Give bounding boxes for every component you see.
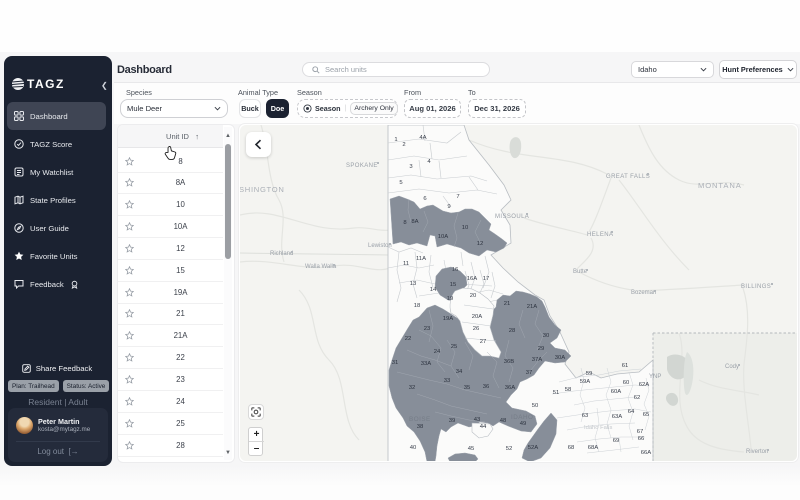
- svg-text:26: 26: [473, 326, 480, 332]
- svg-text:BILLINGS: BILLINGS: [741, 284, 771, 290]
- svg-text:9: 9: [447, 204, 450, 210]
- svg-text:19A: 19A: [443, 316, 454, 322]
- svg-text:68A: 68A: [588, 445, 599, 451]
- svg-text:63A: 63A: [612, 414, 623, 420]
- svg-text:IDAHO: IDAHO: [511, 414, 533, 421]
- svg-text:Richland: Richland: [270, 251, 293, 257]
- svg-text:MISSOULA: MISSOULA: [495, 214, 529, 220]
- svg-text:BOISE: BOISE: [409, 416, 431, 423]
- svg-text:14: 14: [430, 287, 437, 293]
- svg-text:8A: 8A: [411, 219, 418, 225]
- svg-text:16A: 16A: [467, 276, 478, 282]
- svg-text:10: 10: [462, 225, 469, 231]
- svg-text:39: 39: [449, 418, 456, 424]
- svg-text:28: 28: [509, 328, 516, 334]
- svg-text:27: 27: [480, 339, 487, 345]
- svg-text:29: 29: [538, 346, 545, 352]
- svg-text:25: 25: [451, 344, 458, 350]
- svg-text:63: 63: [582, 413, 589, 419]
- svg-text:31: 31: [392, 360, 399, 366]
- svg-text:40: 40: [410, 445, 417, 451]
- svg-text:2: 2: [402, 142, 405, 148]
- svg-text:SPOKANE: SPOKANE: [346, 163, 378, 169]
- svg-text:65: 65: [643, 412, 650, 418]
- svg-text:58: 58: [565, 387, 572, 393]
- svg-text:62A: 62A: [639, 382, 650, 388]
- svg-text:32: 32: [409, 385, 416, 391]
- svg-text:43: 43: [474, 417, 481, 423]
- svg-text:4A: 4A: [419, 135, 426, 141]
- svg-text:37: 37: [526, 370, 533, 376]
- svg-text:SHINGTON: SHINGTON: [240, 185, 285, 194]
- svg-text:60A: 60A: [611, 389, 622, 395]
- svg-text:18: 18: [414, 303, 421, 309]
- svg-text:60: 60: [623, 380, 630, 386]
- svg-text:19: 19: [447, 296, 454, 302]
- svg-text:45: 45: [468, 446, 475, 452]
- svg-text:10A: 10A: [438, 234, 449, 240]
- svg-text:Riverton: Riverton: [746, 449, 768, 455]
- svg-text:21: 21: [504, 301, 511, 307]
- svg-text:36B: 36B: [504, 359, 515, 365]
- svg-text:37A: 37A: [532, 357, 543, 363]
- svg-text:11A: 11A: [416, 256, 426, 262]
- svg-text:17: 17: [483, 276, 490, 282]
- svg-text:66: 66: [638, 436, 645, 442]
- svg-text:49: 49: [520, 421, 527, 427]
- svg-text:Lewiston: Lewiston: [368, 243, 392, 249]
- svg-text:34: 34: [456, 369, 463, 375]
- svg-text:33A: 33A: [421, 361, 432, 367]
- svg-text:21A: 21A: [527, 304, 538, 310]
- svg-text:15: 15: [450, 282, 457, 288]
- svg-text:48: 48: [500, 418, 507, 424]
- svg-text:1: 1: [394, 137, 397, 143]
- svg-text:33: 33: [444, 378, 451, 384]
- svg-text:Cody: Cody: [725, 364, 739, 370]
- svg-text:59A: 59A: [580, 379, 591, 385]
- svg-text:30A: 30A: [555, 355, 566, 361]
- svg-text:68: 68: [568, 445, 575, 451]
- svg-text:52A: 52A: [528, 445, 539, 451]
- svg-text:67: 67: [637, 429, 644, 435]
- svg-text:64: 64: [628, 409, 635, 415]
- svg-text:36A: 36A: [505, 385, 516, 391]
- svg-text:MONTANA: MONTANA: [698, 181, 742, 190]
- svg-text:Butte: Butte: [573, 269, 588, 275]
- svg-text:30: 30: [543, 333, 550, 339]
- svg-text:50: 50: [532, 403, 539, 409]
- svg-text:24: 24: [434, 349, 441, 355]
- svg-text:22: 22: [405, 336, 412, 342]
- svg-text:61: 61: [622, 363, 629, 369]
- svg-text:69: 69: [613, 438, 620, 444]
- svg-text:Walla Walla: Walla Walla: [305, 264, 337, 270]
- svg-text:20: 20: [470, 293, 477, 299]
- svg-text:36: 36: [483, 384, 490, 390]
- svg-text:16: 16: [452, 267, 459, 273]
- svg-text:7: 7: [456, 194, 459, 200]
- svg-text:13: 13: [410, 281, 417, 287]
- svg-text:HELENA: HELENA: [587, 232, 613, 238]
- svg-text:12: 12: [477, 241, 484, 247]
- svg-text:66A: 66A: [641, 450, 652, 456]
- svg-text:38: 38: [417, 424, 424, 430]
- svg-text:35: 35: [464, 385, 471, 391]
- svg-text:YNP: YNP: [649, 374, 661, 380]
- svg-text:51: 51: [553, 390, 560, 396]
- svg-text:59: 59: [586, 371, 593, 377]
- svg-text:52: 52: [506, 446, 513, 452]
- svg-text:20A: 20A: [472, 314, 483, 320]
- svg-text:44: 44: [480, 424, 487, 430]
- svg-text:23: 23: [424, 326, 431, 332]
- svg-text:Idaho Falls: Idaho Falls: [584, 425, 612, 431]
- svg-text:11: 11: [403, 261, 409, 267]
- svg-text:GREAT FALLS: GREAT FALLS: [606, 174, 650, 180]
- svg-text:Bozeman: Bozeman: [631, 290, 656, 296]
- svg-text:62: 62: [634, 395, 641, 401]
